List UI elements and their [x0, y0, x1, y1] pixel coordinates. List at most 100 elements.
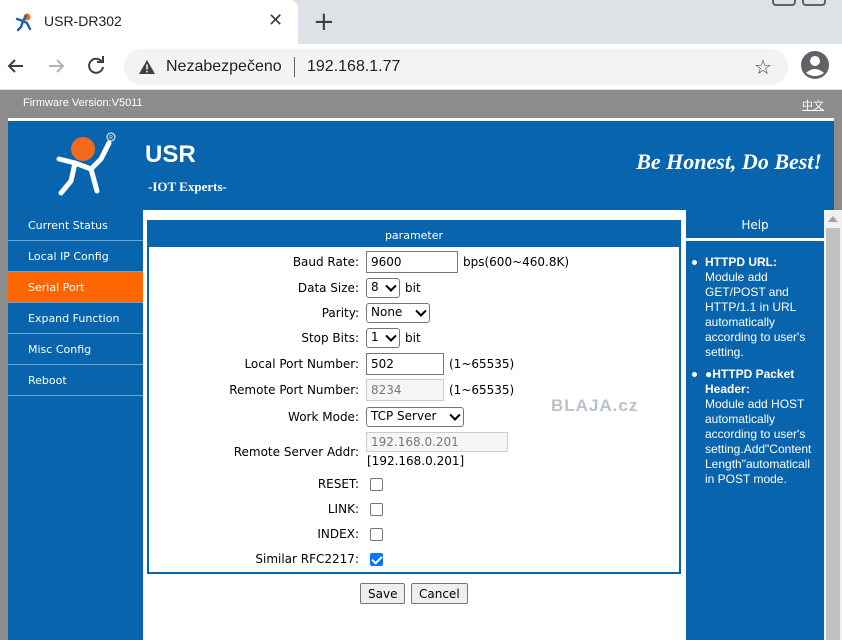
brand-name: USR [145, 141, 196, 168]
firmware-bar: Firmware Version:V5011 中文 [8, 90, 834, 118]
remote-port-hint: (1~65535) [449, 383, 515, 397]
browser-toolbar: Nezabezpečeno 192.168.1.77 ☆ [0, 44, 842, 90]
main-content: parameter Baud Rate: bps(600~460.8K) Dat… [143, 210, 684, 640]
help-title: Help [686, 210, 824, 241]
chevron-down-icon [415, 305, 427, 317]
data-size-hint: bit [405, 281, 421, 295]
remote-port-input[interactable] [366, 379, 444, 401]
link-checkbox[interactable] [370, 503, 383, 516]
address-bar[interactable]: Nezabezpečeno 192.168.1.77 ☆ [124, 49, 788, 85]
rfc2217-checkbox[interactable] [370, 553, 383, 566]
restore-window-icon[interactable] [772, 0, 796, 6]
sidebar-item-reboot[interactable]: Reboot [8, 365, 143, 396]
work-mode-value: TCP Server [371, 409, 437, 423]
panel-title: parameter [149, 222, 679, 247]
firmware-version: Firmware Version:V5011 [23, 97, 143, 109]
rfc2217-label: Similar RFC2217: [255, 552, 359, 566]
help-item-httpd-url: HTTPD URL: Module add GET/POST and HTTP/… [690, 255, 824, 360]
address-separator [294, 57, 295, 77]
help-item-heading: HTTPD URL: [705, 255, 777, 269]
help-item-heading: ●HTTPD Packet Header: [705, 367, 795, 396]
cancel-button[interactable]: Cancel [411, 583, 468, 604]
link-label: LINK: [327, 502, 359, 516]
remote-addr-row: Remote Server Addr: [192.168.0.201] [149, 432, 679, 472]
stop-bits-label: Stop Bits: [301, 331, 359, 345]
sidebar-item-misc-config[interactable]: Misc Config [8, 334, 143, 365]
index-checkbox[interactable] [370, 528, 383, 541]
scrollbar-thumb[interactable] [826, 228, 840, 640]
browser-tab[interactable]: USR-DR302 ✕ [0, 0, 298, 44]
page-scrollbar[interactable] [824, 210, 842, 640]
help-item-httpd-header: ●HTTPD Packet Header: Module add HOST au… [690, 367, 824, 487]
watermark-text: BLAJA.cz [551, 396, 639, 415]
back-arrow-icon[interactable] [4, 54, 28, 78]
baud-rate-label: Baud Rate: [292, 255, 359, 269]
brand-tagline: -IOT Experts- [148, 179, 227, 194]
page-left-border [0, 90, 8, 640]
tab-title: USR-DR302 [44, 13, 122, 29]
chevron-down-icon [385, 280, 397, 292]
remote-addr-label: Remote Server Addr: [233, 445, 359, 459]
data-size-row: Data Size: 8 bit [149, 277, 679, 301]
stop-bits-select[interactable]: 1 [366, 328, 400, 348]
maximize-window-icon[interactable] [802, 0, 826, 6]
forward-arrow-icon[interactable] [44, 54, 68, 78]
rfc2217-row: Similar RFC2217: [149, 548, 679, 572]
new-tab-button[interactable]: + [313, 7, 335, 37]
usr-favicon-icon [15, 13, 32, 32]
help-panel: Help HTTPD URL: Module add GET/POST and … [684, 210, 824, 640]
not-secure-label[interactable]: Nezabezpečeno [166, 58, 282, 76]
index-label: INDEX: [317, 527, 359, 541]
save-button[interactable]: Save [360, 583, 406, 604]
sidebar-item-current-status[interactable]: Current Status [8, 210, 143, 241]
help-item-text: Module add GET/POST and HTTP/1.1 in URL … [705, 270, 806, 359]
scroll-up-arrow-icon[interactable] [828, 216, 838, 222]
local-port-label: Local Port Number: [244, 357, 359, 371]
stop-bits-value: 1 [371, 330, 379, 344]
data-size-value: 8 [371, 280, 379, 294]
link-row: LINK: [149, 498, 679, 522]
stop-bits-hint: bit [405, 331, 421, 345]
reload-icon[interactable] [84, 54, 108, 78]
local-port-input[interactable] [366, 353, 444, 375]
parity-value: None [371, 305, 403, 319]
reset-label: RESET: [317, 477, 359, 491]
work-mode-select[interactable]: TCP Server [366, 407, 464, 427]
help-body: HTTPD URL: Module add GET/POST and HTTP/… [686, 241, 824, 487]
remote-addr-input[interactable] [366, 432, 508, 452]
parity-label: Parity: [321, 306, 359, 320]
data-size-label: Data Size: [297, 281, 359, 295]
sidebar-item-serial-port[interactable]: Serial Port [8, 272, 143, 303]
baud-rate-input[interactable] [366, 251, 458, 273]
chevron-down-icon [449, 409, 461, 421]
bookmark-star-icon[interactable]: ☆ [754, 55, 772, 79]
local-port-hint: (1~65535) [449, 357, 515, 371]
browser-tabstrip: USR-DR302 ✕ + [0, 0, 842, 44]
help-item-text: Module add HOST automatically according … [705, 397, 812, 486]
profile-avatar-icon[interactable] [800, 50, 830, 80]
reset-row: RESET: [149, 473, 679, 497]
index-row: INDEX: [149, 523, 679, 547]
sidebar-item-expand-function[interactable]: Expand Function [8, 303, 143, 334]
parity-select[interactable]: None [366, 303, 430, 323]
data-size-select[interactable]: 8 [366, 278, 400, 298]
remote-port-label: Remote Port Number: [229, 383, 359, 397]
baud-rate-row: Baud Rate: bps(600~460.8K) [149, 251, 679, 275]
page-header: R USR -IOT Experts- Be Honest, Do Best! [8, 118, 834, 210]
sidebar-nav: Current Status Local IP Config Serial Po… [8, 210, 143, 640]
window-controls [772, 0, 832, 8]
sidebar-item-local-ip-config[interactable]: Local IP Config [8, 241, 143, 272]
usr-logo-icon: R [56, 132, 116, 196]
warning-icon[interactable] [138, 59, 156, 75]
tab-close-icon[interactable]: ✕ [268, 10, 283, 32]
baud-rate-hint: bps(600~460.8K) [463, 255, 570, 269]
local-port-row: Local Port Number: (1~65535) [149, 353, 679, 377]
url-text[interactable]: 192.168.1.77 [307, 58, 400, 76]
web-page: Firmware Version:V5011 中文 R USR -IOT Exp… [0, 90, 842, 640]
svg-text:R: R [109, 135, 113, 141]
stop-bits-row: Stop Bits: 1 bit [149, 327, 679, 351]
reset-checkbox[interactable] [370, 478, 383, 491]
chinese-language-link[interactable]: 中文 [802, 97, 824, 113]
remote-addr-note: [192.168.0.201] [367, 454, 465, 468]
chevron-down-icon [385, 330, 397, 342]
